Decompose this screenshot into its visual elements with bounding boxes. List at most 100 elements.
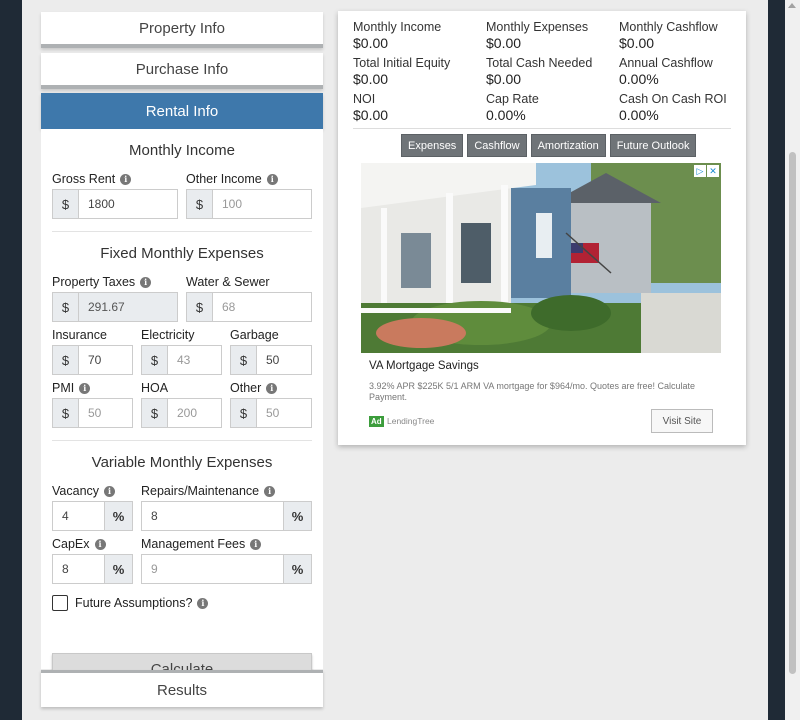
insurance-value[interactable]: 70: [79, 346, 132, 374]
results-label: Results: [156, 681, 208, 699]
repairs-input[interactable]: 8%: [141, 501, 312, 531]
info-icon[interactable]: i: [94, 538, 106, 550]
visit-site-button[interactable]: Visit Site: [651, 409, 713, 433]
percent-suffix: %: [104, 502, 132, 530]
garbage-value[interactable]: 50: [257, 346, 311, 374]
divider: [353, 128, 731, 129]
repairs-value[interactable]: 8: [142, 502, 283, 530]
info-icon[interactable]: i: [264, 485, 276, 497]
summary-stat: Annual Cashflow 0.00%: [619, 56, 749, 87]
vertical-scrollbar[interactable]: [785, 0, 800, 720]
other-income-input[interactable]: $100: [186, 189, 312, 219]
repairs-label: Repairs/Maintenance i: [141, 484, 276, 498]
water-sewer-label: Water & Sewer: [186, 275, 270, 289]
info-icon[interactable]: i: [266, 382, 278, 394]
property-info-header[interactable]: Property Info: [41, 12, 323, 48]
future-assumptions-checkbox[interactable]: [52, 595, 68, 611]
info-icon[interactable]: i: [266, 173, 278, 185]
info-icon[interactable]: i: [197, 597, 209, 609]
stat-value: $0.00: [353, 71, 389, 87]
rental-info-label: Rental Info: [145, 102, 219, 120]
capex-label: CapEx i: [52, 537, 106, 551]
gross-rent-input[interactable]: $1800: [52, 189, 178, 219]
summary-stat: Monthly Income $0.00: [353, 20, 483, 51]
summary-stat: Cap Rate 0.00%: [486, 92, 616, 123]
rental-info-header[interactable]: Rental Info: [41, 93, 323, 129]
pmi-input[interactable]: $50: [52, 398, 133, 428]
stat-label: Monthly Cashflow: [619, 20, 718, 34]
ad-info-icon[interactable]: ▷: [694, 165, 706, 177]
vacancy-value[interactable]: 4: [53, 502, 104, 530]
other-income-placeholder[interactable]: 100: [213, 190, 311, 218]
scrollbar-thumb[interactable]: [789, 152, 796, 674]
pmi-placeholder[interactable]: 50: [79, 399, 132, 427]
stat-value: $0.00: [353, 107, 389, 123]
capex-value[interactable]: 8: [53, 555, 104, 583]
garbage-label: Garbage: [230, 328, 279, 342]
electricity-input[interactable]: $43: [141, 345, 222, 375]
stat-value: 0.00%: [486, 107, 526, 123]
info-icon[interactable]: i: [120, 173, 132, 185]
percent-suffix: %: [283, 502, 311, 530]
fixed-expenses-title: Fixed Monthly Expenses: [100, 245, 264, 262]
dollar-prefix: $: [187, 190, 213, 218]
stat-label: Cap Rate: [486, 92, 539, 106]
hoa-placeholder[interactable]: 200: [168, 399, 221, 427]
vacancy-label: Vacancy i: [52, 484, 116, 498]
stat-label: NOI: [353, 92, 376, 106]
info-icon[interactable]: i: [104, 485, 116, 497]
ad-text: 3.92% APR $225K 5/1 ARM VA mortgage for …: [369, 381, 696, 402]
management-fees-input[interactable]: 9%: [141, 554, 312, 584]
garbage-input[interactable]: $50: [230, 345, 312, 375]
insurance-input[interactable]: $70: [52, 345, 133, 375]
electricity-placeholder[interactable]: 43: [168, 346, 221, 374]
summary-stat: Monthly Expenses $0.00: [486, 20, 616, 51]
vacancy-input[interactable]: 4%: [52, 501, 133, 531]
other-expense-input[interactable]: $50: [230, 398, 312, 428]
tab-expenses[interactable]: Expenses: [401, 134, 464, 157]
summary-stat: Total Cash Needed $0.00: [486, 56, 616, 87]
advertisement[interactable]: ▷ ✕ VA Mortgage Savings 3.92% APR $225K …: [361, 163, 721, 440]
results-header[interactable]: Results: [41, 670, 323, 707]
info-icon[interactable]: i: [79, 382, 91, 394]
other-expense-label: Other i: [230, 381, 278, 395]
purchase-info-header[interactable]: Purchase Info: [41, 53, 323, 89]
other-income-label: Other Income i: [186, 172, 278, 186]
stat-label: Total Cash Needed: [486, 56, 593, 70]
stat-value: 0.00%: [619, 71, 659, 87]
info-icon[interactable]: i: [250, 538, 262, 550]
ad-source: LendingTree: [387, 416, 435, 426]
purchase-info-label: Purchase Info: [135, 60, 229, 78]
summary-card: Monthly Income $0.00 Monthly Expenses $0.0…: [338, 11, 746, 445]
ad-image[interactable]: [361, 163, 721, 353]
property-taxes-value[interactable]: 291.67: [79, 293, 177, 321]
ad-title[interactable]: VA Mortgage Savings: [369, 360, 479, 372]
dollar-prefix: $: [53, 399, 79, 427]
monthly-income-title: Monthly Income: [129, 142, 235, 159]
dollar-prefix: $: [142, 399, 168, 427]
future-assumptions-row: Future Assumptions? i: [52, 595, 209, 611]
scroll-up-arrow-icon[interactable]: [788, 3, 796, 8]
property-taxes-label: Property Taxes i: [52, 275, 152, 289]
water-sewer-input[interactable]: $68: [186, 292, 312, 322]
dollar-prefix: $: [53, 293, 79, 321]
property-taxes-input[interactable]: $291.67: [52, 292, 178, 322]
capex-input[interactable]: 8%: [52, 554, 133, 584]
other-expense-placeholder[interactable]: 50: [257, 399, 311, 427]
hoa-input[interactable]: $200: [141, 398, 222, 428]
tab-future-outlook[interactable]: Future Outlook: [609, 134, 697, 157]
stat-label: Cash On Cash ROI: [619, 92, 727, 106]
water-sewer-placeholder[interactable]: 68: [213, 293, 311, 321]
stat-value: $0.00: [486, 71, 522, 87]
tab-amortization[interactable]: Amortization: [530, 134, 606, 157]
ad-close-icon[interactable]: ✕: [707, 165, 719, 177]
summary-stat: Monthly Cashflow $0.00: [619, 20, 749, 51]
summary-stat: Cash On Cash ROI 0.00%: [619, 92, 749, 123]
gross-rent-value[interactable]: 1800: [79, 190, 177, 218]
info-icon[interactable]: i: [140, 276, 152, 288]
variable-expenses-title: Variable Monthly Expenses: [91, 454, 273, 471]
tab-cashflow[interactable]: Cashflow: [467, 134, 527, 157]
management-fees-placeholder[interactable]: 9: [142, 555, 283, 583]
insurance-label: Insurance: [52, 328, 107, 342]
stat-label: Annual Cashflow: [619, 56, 713, 70]
